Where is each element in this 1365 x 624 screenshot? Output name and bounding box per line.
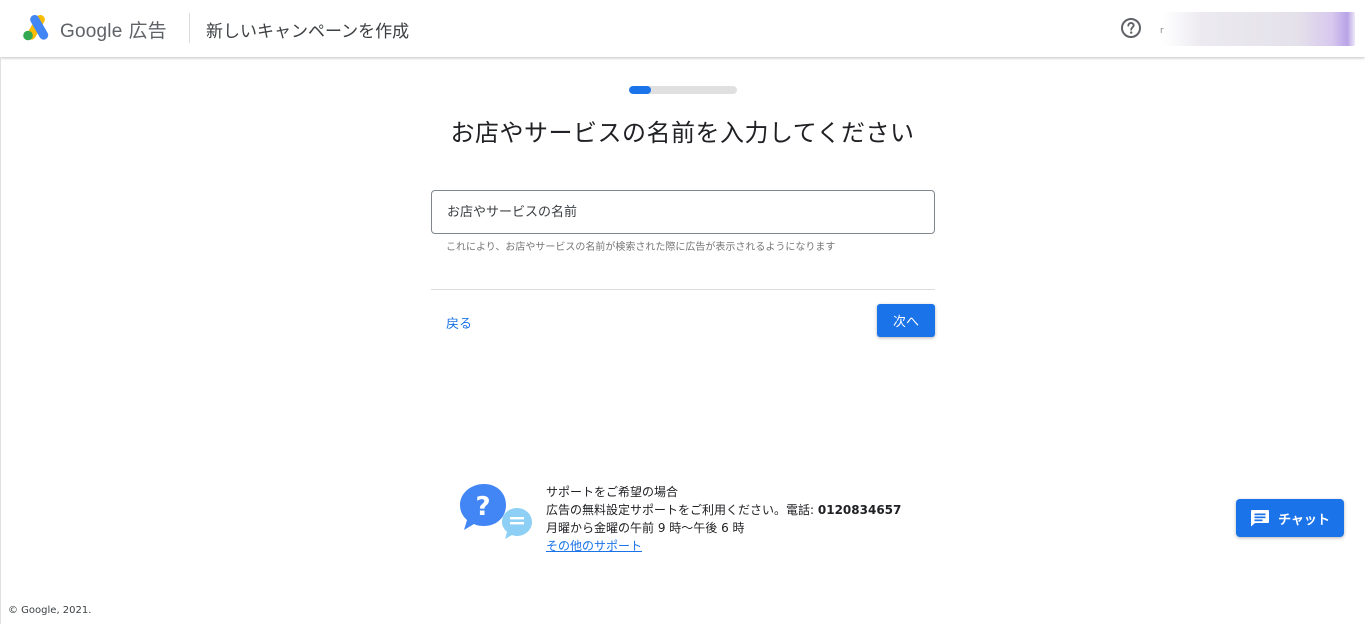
help-icon[interactable] (1120, 17, 1142, 39)
support-phone-number: 0120834657 (817, 503, 902, 517)
support-info: サポートをご希望の場合 広告の無料設定サポートをご利用ください。電話: 0120… (546, 483, 901, 555)
back-button[interactable]: 戻る (446, 313, 472, 332)
google-ads-logo-icon[interactable] (22, 15, 50, 41)
account-switcher[interactable]: r (1160, 12, 1355, 46)
svg-text:?: ? (475, 492, 490, 522)
chat-button[interactable]: チャット (1236, 499, 1344, 537)
progress-fill (629, 86, 651, 94)
progress-bar (629, 86, 737, 94)
chat-label: チャット (1278, 512, 1330, 528)
header-divider (189, 13, 190, 43)
support-phone-label: 広告の無料設定サポートをご利用ください。電話: (546, 503, 818, 517)
account-hint: r (1160, 26, 1164, 36)
business-name-input[interactable] (431, 190, 935, 234)
support-phone-line: 広告の無料設定サポートをご利用ください。電話: 0120834657 (546, 501, 901, 519)
support-heading: サポートをご希望の場合 (546, 485, 679, 499)
brand-name: Google (60, 21, 123, 42)
brand-suffix: 広告 (128, 21, 167, 42)
copyright: © Google, 2021. (8, 605, 92, 616)
page-heading: 新しいキャンペーンを作成 (206, 22, 410, 42)
input-hint: これにより、お店やサービスの名前が検索された際に広告が表示されるようになります (446, 242, 836, 253)
main-title: お店やサービスの名前を入力してください (450, 119, 915, 147)
next-button[interactable]: 次へ (877, 304, 935, 337)
support-question-icon: ? (460, 484, 532, 539)
support-hours: 月曜から金曜の午前 9 時～午後 6 時 (546, 521, 745, 535)
chat-icon (1251, 510, 1270, 527)
more-support-link[interactable]: その他のサポート (546, 539, 642, 553)
section-divider (431, 289, 935, 290)
product-name[interactable]: Google 広告 (60, 16, 167, 43)
top-app-bar: Google 広告 新しいキャンペーンを作成 r (0, 0, 1365, 57)
